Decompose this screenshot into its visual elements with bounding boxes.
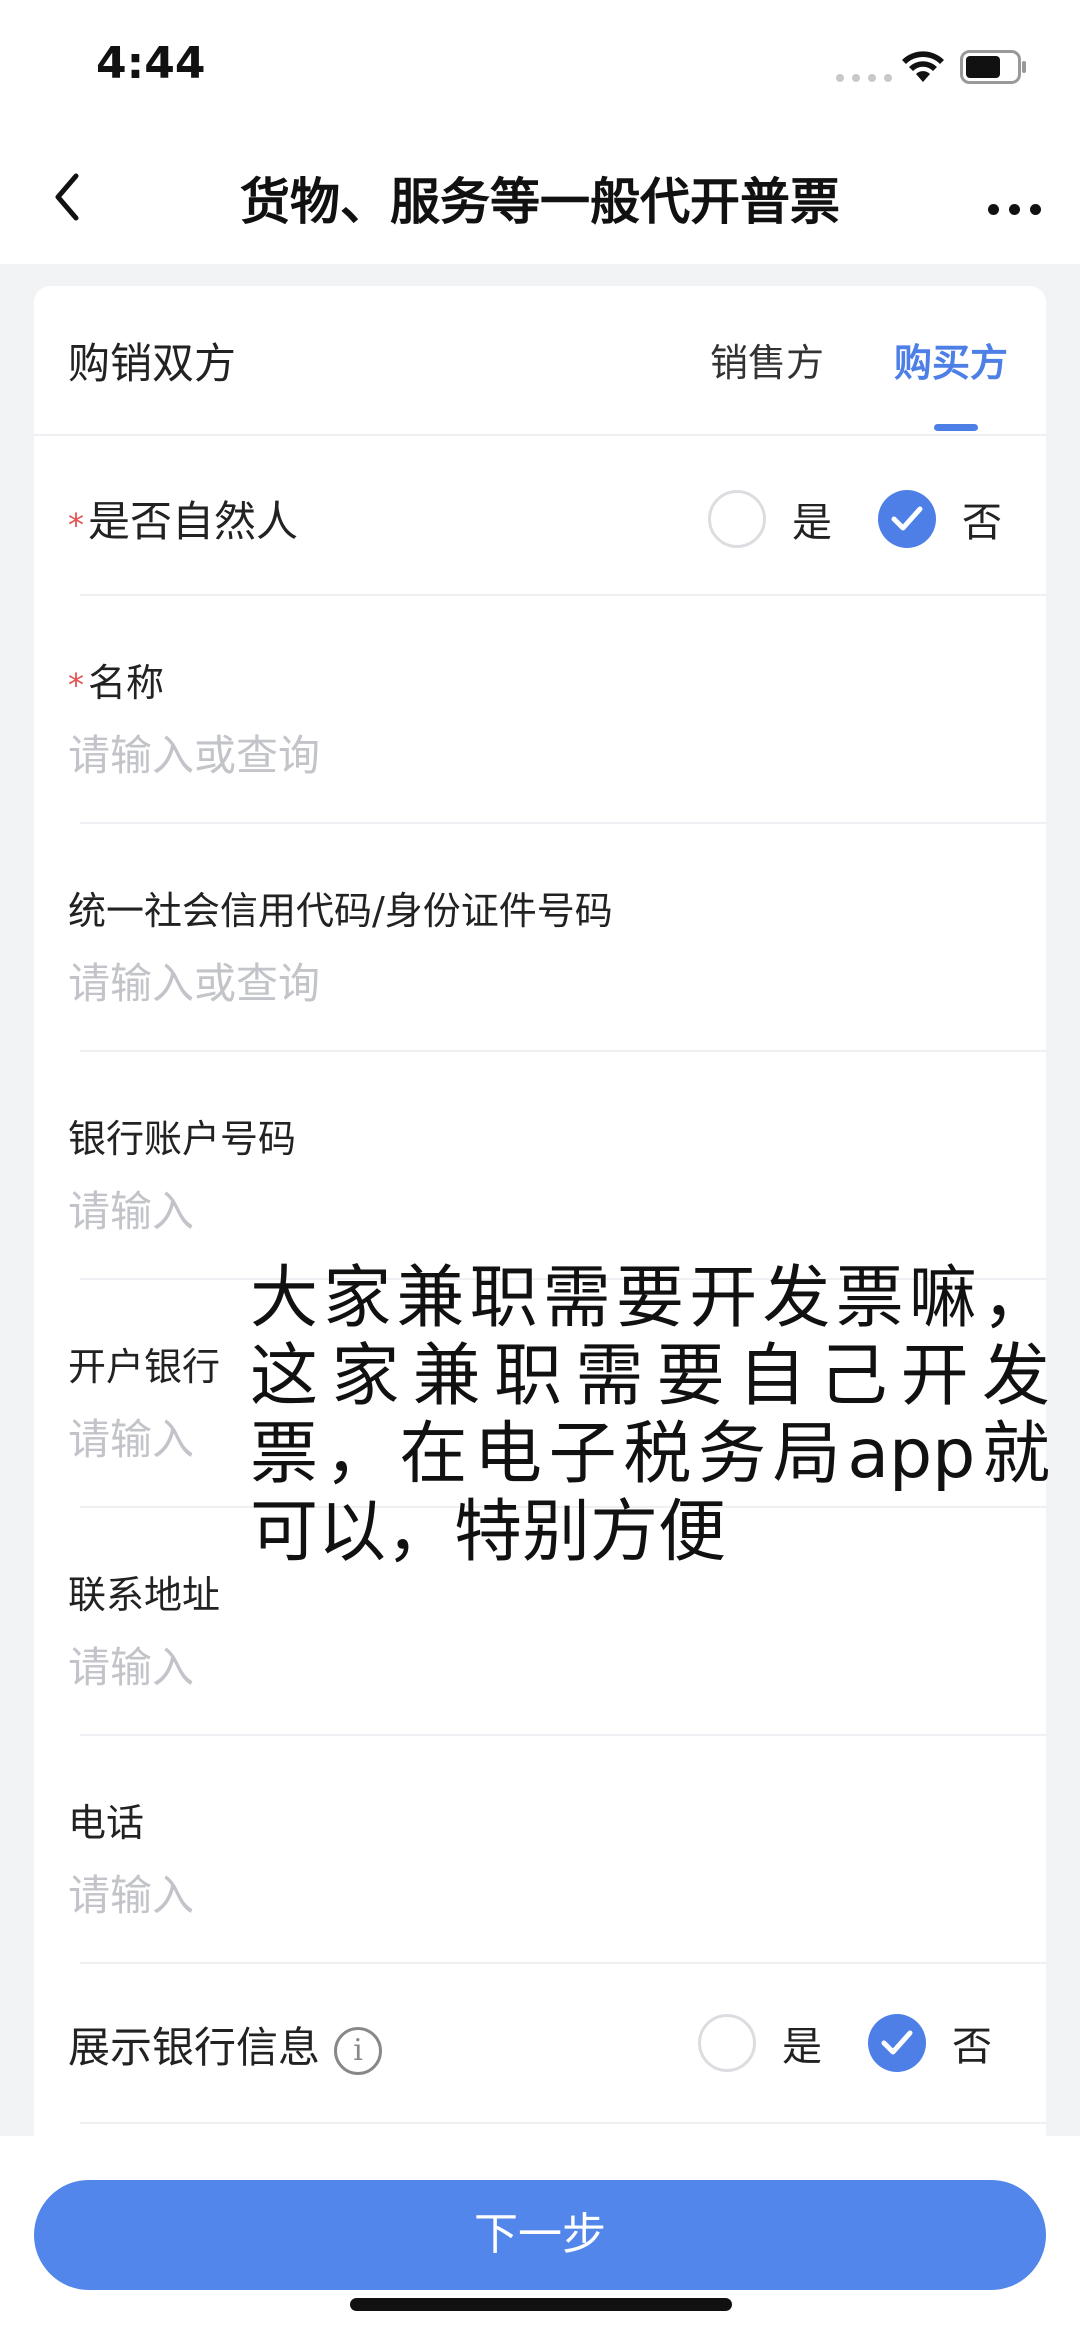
tab-seller[interactable]: 销售方 [710, 332, 824, 387]
credit-code-input[interactable]: 请输入或查询 [68, 950, 320, 1011]
form-card: 购销双方 销售方 购买方 *是否自然人 是 否 * 名称 请输入或查询 统一社会… [34, 286, 1046, 2146]
bank-account-row[interactable]: 银行账户号码 请输入 [34, 1052, 1046, 1280]
divider [80, 2122, 1046, 2124]
overlay-caption: 大家兼职需要开发票嘛，这家兼职需要自己开发票，在电子税务局app就可以，特别方便 [250, 1259, 1050, 1572]
phone-input[interactable]: 请输入 [68, 1862, 194, 1923]
show-bank-yes-label[interactable]: 是 [782, 2014, 822, 2072]
info-icon[interactable]: i [334, 2026, 383, 2075]
show-bank-label: 展示银行信息 i [68, 2014, 383, 2075]
battery-icon [960, 50, 1026, 84]
tab-buyer[interactable]: 购买方 [894, 332, 1008, 387]
credit-code-label: 统一社会信用代码/身份证件号码 [68, 889, 613, 933]
show-bank-no-radio[interactable] [868, 2014, 926, 2072]
checkmark-icon [881, 2030, 913, 2055]
tab-active-indicator [934, 424, 978, 431]
natural-person-radio-group: 是 否 [708, 490, 1002, 548]
natural-person-label: *是否自然人 [68, 497, 299, 546]
show-bank-yes-radio[interactable] [698, 2014, 756, 2072]
show-bank-radio-group: 是 否 [698, 2014, 992, 2072]
section-title: 购销双方 [68, 339, 237, 388]
wifi-icon [902, 51, 944, 82]
name-input[interactable]: 请输入或查询 [68, 722, 320, 783]
credit-code-row[interactable]: 统一社会信用代码/身份证件号码 请输入或查询 [34, 824, 1046, 1052]
nav-bar: 货物、服务等一般代开普票 [0, 130, 1080, 264]
cellular-signal-icon [836, 74, 892, 82]
address-input[interactable]: 请输入 [68, 1634, 194, 1695]
home-indicator[interactable] [350, 2298, 732, 2311]
address-label: 联系地址 [68, 1573, 221, 1617]
page-title: 货物、服务等一般代开普票 [240, 173, 840, 231]
required-mark: * [68, 506, 84, 544]
next-step-button[interactable]: 下一步 [34, 2180, 1046, 2290]
natural-person-no-radio[interactable] [878, 490, 936, 548]
bank-account-input[interactable]: 请输入 [68, 1178, 194, 1239]
bank-input[interactable]: 请输入 [68, 1406, 194, 1467]
bank-account-label: 银行账户号码 [68, 1117, 297, 1161]
natural-person-row: *是否自然人 是 否 [34, 436, 1046, 596]
status-bar: 4:44 [0, 0, 1080, 130]
natural-person-yes-radio[interactable] [708, 490, 766, 548]
required-mark: * [68, 666, 84, 704]
show-bank-row: 展示银行信息 i 是 否 [34, 1964, 1046, 2124]
bank-label: 开户银行 [68, 1345, 221, 1389]
natural-person-yes-label[interactable]: 是 [792, 490, 832, 548]
screen: 4:44 货物、服务等一般代开普票 购销双方 销售方 购买方 *是否自然人 是 … [0, 0, 1080, 2337]
checkmark-icon [891, 506, 923, 531]
natural-person-no-label[interactable]: 否 [962, 490, 1002, 548]
show-bank-no-label[interactable]: 否 [952, 2014, 992, 2072]
more-icon[interactable] [988, 204, 1041, 215]
name-label: * 名称 [68, 661, 165, 705]
name-row[interactable]: * 名称 请输入或查询 [34, 596, 1046, 824]
phone-row[interactable]: 电话 请输入 [34, 1736, 1046, 1964]
status-time: 4:44 [96, 38, 206, 89]
card-header: 购销双方 销售方 购买方 [34, 286, 1046, 436]
phone-label: 电话 [68, 1801, 145, 1845]
